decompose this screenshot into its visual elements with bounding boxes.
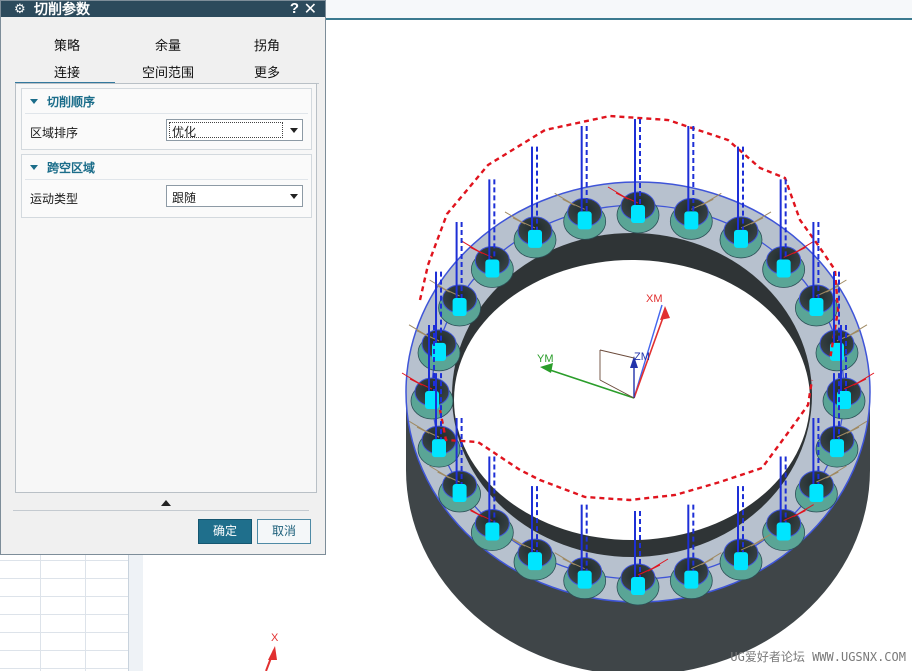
grid-line [85,550,86,671]
cut-toolpath [452,484,467,502]
footer-divider [13,510,309,511]
cut-toolpath [684,211,699,230]
cut-toolpath [577,211,592,230]
group-cut-order: 切削顺序 区域排序 优化 [21,88,312,150]
cut-toolpath [452,298,467,316]
group-header-transfer[interactable]: 跨空区域 [22,155,311,179]
cut-toolpath [809,298,824,316]
cut-toolpath [734,552,748,571]
cut-parameters-dialog: ⚙ 切削参数 ? ✕ 策略 余量 拐角 连接 空间范围 更多 切削顺序 区域排序… [0,0,326,555]
collapse-triangle-icon [30,164,38,170]
group-header-cut-order[interactable]: 切削顺序 [22,89,311,113]
part-inner-opening [454,260,810,540]
tab-content-panel: 切削顺序 区域排序 优化 跨空区域 运动类型 跟随 [15,83,317,493]
tab-connections[interactable]: 连接 [17,62,117,81]
cut-toolpath [577,570,592,589]
cut-toolpath [432,439,447,458]
axis-label-zm: ZM [634,351,650,363]
dialog-title: 切削参数 [34,1,90,17]
cut-toolpath [734,229,748,248]
chevron-up-icon[interactable] [161,500,171,506]
watermark: UG爱好者论坛 WWW.UGSNX.COM [730,650,906,664]
gear-icon: ⚙ [14,1,26,16]
tab-stock[interactable]: 余量 [118,35,218,54]
absolute-triad: X [265,632,279,671]
grid-line [0,614,128,615]
tab-containment[interactable]: 空间范围 [118,62,218,81]
grid-line [0,560,128,561]
chevron-down-icon [290,128,298,133]
axis-label-x: X [271,632,279,644]
collapse-triangle-icon [30,98,38,104]
cut-toolpath [776,522,791,541]
tab-strategy[interactable]: 策略 [17,35,117,54]
cut-toolpath [485,522,500,541]
region-ordering-select[interactable]: 优化 [166,119,303,141]
region-ordering-row: 区域排序 优化 [22,114,311,146]
motion-type-select[interactable]: 跟随 [166,185,303,207]
viewport-top-bar [326,0,912,20]
cut-toolpath [829,439,844,458]
tab-corners[interactable]: 拐角 [217,35,317,54]
cut-toolpath [631,577,645,595]
group-title: 切削顺序 [47,94,96,109]
grid-line [0,632,128,633]
ok-button[interactable]: 确定 [198,519,252,544]
cut-toolpath [631,205,645,223]
cancel-button[interactable]: 取消 [257,519,311,544]
group-title: 跨空区域 [47,160,96,175]
grid-line [0,596,128,597]
motion-type-label: 运动类型 [30,192,79,206]
axis-label-xm: XM [646,293,663,305]
dialog-title-bar[interactable]: ⚙ 切削参数 ? ✕ [1,0,325,19]
grid-line [0,650,128,651]
cut-toolpath [528,552,542,571]
motion-type-value: 跟随 [172,191,197,205]
help-icon[interactable]: ? [290,0,299,17]
cut-toolpath [776,259,791,278]
region-ordering-value: 优化 [172,125,197,139]
cut-toolpath [684,570,699,589]
cut-toolpath [809,484,824,502]
axis-label-ym: YM [537,353,554,365]
chevron-down-icon [290,194,298,199]
cut-toolpath [528,229,542,248]
grid-line [0,668,128,669]
cut-toolpath [485,259,500,278]
tab-more[interactable]: 更多 [217,62,317,81]
motion-type-row: 运动类型 跟随 [22,180,311,212]
grid-line [40,550,41,671]
group-transfer: 跨空区域 运动类型 跟随 [21,154,312,218]
region-ordering-label: 区域排序 [30,126,79,140]
close-icon[interactable]: ✕ [304,0,317,19]
grid-line [0,578,128,579]
